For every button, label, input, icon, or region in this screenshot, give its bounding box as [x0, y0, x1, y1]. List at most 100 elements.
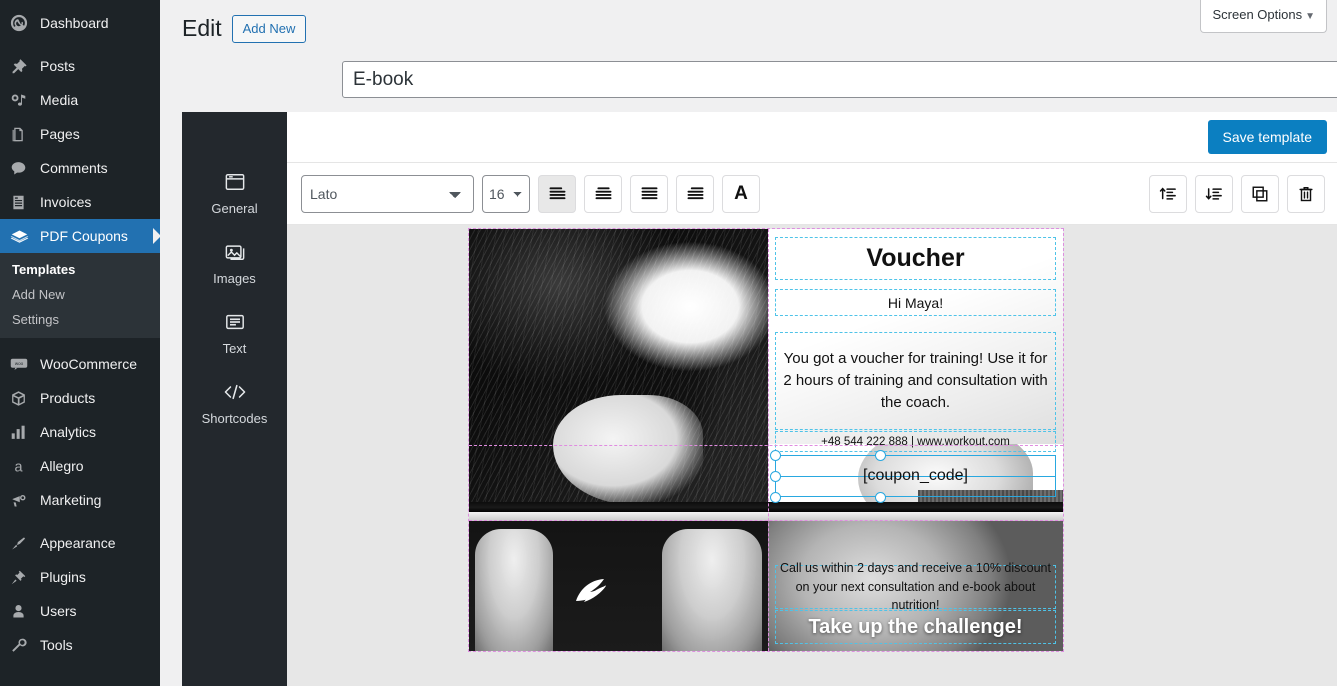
- sidebar-submenu-pdf-coupons: Templates Add New Settings: [0, 253, 160, 338]
- voucher-coupon-code-element[interactable]: [coupon_code]: [770, 450, 1056, 503]
- editor-side-tabs: General Images Text Shortcodes: [182, 112, 287, 686]
- align-center-button[interactable]: [584, 174, 622, 213]
- save-template-button[interactable]: Save template: [1207, 120, 1327, 154]
- users-icon: [10, 601, 40, 621]
- voucher-contact-element[interactable]: +48 544 222 888 | www.workout.com: [775, 431, 1056, 452]
- media-icon: [10, 90, 40, 110]
- duplicate-button[interactable]: [1241, 174, 1279, 213]
- sidebar-item-comments[interactable]: Comments: [0, 151, 160, 185]
- sidebar-item-label: Posts: [40, 58, 76, 74]
- template-editor: General Images Text Shortcodes Save temp…: [182, 112, 1337, 686]
- sidebar-item-media[interactable]: Media: [0, 83, 160, 117]
- sidebar-item-dashboard[interactable]: Dashboard: [0, 6, 160, 40]
- resize-handle-top-right[interactable]: [875, 450, 886, 461]
- voucher-body-element[interactable]: You got a voucher for training! Use it f…: [775, 332, 1056, 430]
- align-right-button[interactable]: [676, 174, 714, 213]
- code-icon: [223, 382, 247, 405]
- voucher-greeting-element[interactable]: Hi Maya!: [775, 289, 1056, 316]
- wp-body: Screen Options▼ Edit Add New General Ima…: [160, 0, 1337, 686]
- sidebar-item-label: Comments: [40, 160, 108, 176]
- voucher-artboard[interactable]: Voucher Hi Maya! You got a voucher for t…: [468, 228, 1064, 652]
- sidebar-item-posts[interactable]: Posts: [0, 49, 160, 83]
- sidebar-item-analytics[interactable]: Analytics: [0, 415, 160, 449]
- sidebar-item-plugins[interactable]: Plugins: [0, 560, 160, 594]
- shirt-logo-icon: [574, 578, 616, 604]
- resize-handle-middle-left[interactable]: [770, 471, 781, 482]
- resize-handle-bottom-right[interactable]: [875, 492, 886, 503]
- sidebar-item-appearance[interactable]: Appearance: [0, 526, 160, 560]
- coupon-code-text: [coupon_code]: [863, 467, 968, 484]
- dashboard-icon: [10, 13, 40, 33]
- editor-tab-shortcodes[interactable]: Shortcodes: [182, 370, 287, 440]
- sidebar-subitem-settings[interactable]: Settings: [0, 307, 160, 332]
- align-justify-button[interactable]: [630, 174, 668, 213]
- font-size-select[interactable]: 16: [482, 174, 530, 213]
- sidebar-item-pages[interactable]: Pages: [0, 117, 160, 151]
- photo-shoulders-region: [469, 521, 768, 651]
- sidebar-item-tools[interactable]: Tools: [0, 628, 160, 662]
- editor-tab-label: Images: [213, 271, 256, 286]
- sidebar-item-label: Invoices: [40, 194, 92, 210]
- woocommerce-icon: woo: [10, 354, 40, 374]
- tools-icon: [10, 635, 40, 655]
- template-canvas[interactable]: Voucher Hi Maya! You got a voucher for t…: [287, 225, 1337, 686]
- products-icon: [10, 388, 40, 408]
- align-left-button[interactable]: [538, 174, 576, 213]
- screen-options-label: Screen Options: [1212, 7, 1303, 22]
- sidebar-item-label: PDF Coupons: [40, 228, 128, 244]
- sidebar-item-products[interactable]: Products: [0, 381, 160, 415]
- voucher-photo-left[interactable]: [469, 229, 768, 651]
- sidebar-subitem-templates[interactable]: Templates: [0, 257, 160, 282]
- delete-button[interactable]: [1287, 174, 1325, 213]
- screen-options-toggle[interactable]: Screen Options ▼: [1200, 0, 1327, 33]
- editor-tab-text[interactable]: Text: [182, 300, 287, 370]
- sidebar-item-pdf-coupons[interactable]: PDF Coupons: [0, 219, 160, 253]
- shoulder-right: [662, 529, 762, 651]
- sidebar-item-label: Products: [40, 390, 96, 406]
- voucher-content-right[interactable]: Voucher Hi Maya! You got a voucher for t…: [768, 229, 1063, 651]
- page-header: Edit Add New: [182, 14, 307, 44]
- font-family-select[interactable]: Lato: [301, 174, 474, 213]
- invoice-icon: [10, 192, 40, 212]
- sidebar-item-label: Analytics: [40, 424, 97, 440]
- sidebar-separator: [0, 517, 160, 526]
- toolbar-right-group: [1149, 174, 1325, 213]
- sidebar-item-marketing[interactable]: Marketing: [0, 483, 160, 517]
- sidebar-item-users[interactable]: Users: [0, 594, 160, 628]
- guide-horizontal-lower: [469, 520, 1063, 521]
- analytics-icon: [10, 422, 40, 442]
- text-color-button[interactable]: A: [722, 174, 760, 213]
- voucher-slogan-element[interactable]: Take up the challenge!: [775, 610, 1056, 644]
- sidebar-item-allegro[interactable]: a Allegro: [0, 449, 160, 483]
- voucher-cta-element[interactable]: Call us within 2 days and receive a 10% …: [775, 561, 1056, 612]
- toolbar-left-group: Lato 16 A: [301, 174, 760, 213]
- editor-toolbar: Lato 16 A: [287, 163, 1337, 225]
- template-title-input[interactable]: [342, 61, 1337, 98]
- editor-main: Save template Lato 16 A Voucher Hi Maya!…: [287, 112, 1337, 686]
- editor-tab-images[interactable]: Images: [182, 230, 287, 300]
- sidebar-item-label: WooCommerce: [40, 356, 137, 372]
- sidebar-item-label: Users: [40, 603, 77, 619]
- sidebar-separator: [0, 40, 160, 49]
- editor-tab-label: Text: [222, 341, 247, 356]
- image-icon: [224, 242, 246, 265]
- editor-tab-general[interactable]: General: [182, 160, 287, 230]
- text-lines-icon: [224, 312, 246, 335]
- sidebar-item-woocommerce[interactable]: woo WooCommerce: [0, 347, 160, 381]
- sidebar-subitem-add-new[interactable]: Add New: [0, 282, 160, 307]
- sidebar-item-label: Tools: [40, 637, 73, 653]
- photo-hair-region: [469, 229, 768, 506]
- add-new-button[interactable]: Add New: [231, 14, 307, 44]
- sidebar-item-label: Media: [40, 92, 79, 108]
- resize-handle-bottom-left[interactable]: [770, 492, 781, 503]
- sidebar-item-invoices[interactable]: Invoices: [0, 185, 160, 219]
- resize-handle-top-left[interactable]: [770, 450, 781, 461]
- shoulder-left: [475, 529, 553, 651]
- send-backward-button[interactable]: [1195, 174, 1233, 213]
- guide-horizontal-middle: [469, 445, 1063, 446]
- comment-icon: [10, 158, 40, 178]
- voucher-title-element[interactable]: Voucher: [775, 237, 1056, 280]
- barbell-dark-band: [469, 502, 768, 512]
- sidebar-separator: [0, 338, 160, 347]
- bring-forward-button[interactable]: [1149, 174, 1187, 213]
